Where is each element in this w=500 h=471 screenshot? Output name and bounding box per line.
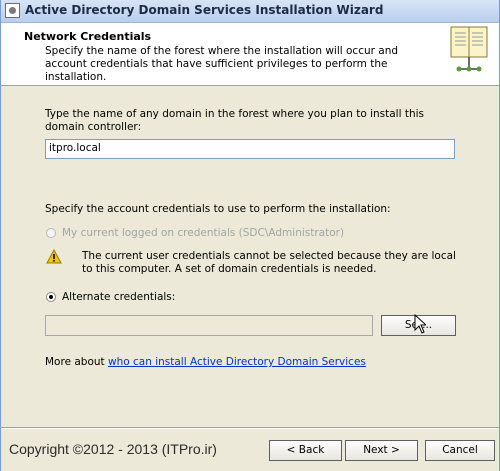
wizard-window: Active Directory Domain Services Install… [0,0,500,471]
who-can-install-link[interactable]: who can install Active Directory Domain … [108,356,366,368]
current-credentials-label[interactable]: My current logged on credentials (SDC\Ad… [62,227,344,240]
page-description: Specify the name of the forest where the… [45,45,399,83]
copyright-watermark: Copyright ©2012 - 2013 (ITPro.ir) [9,441,217,457]
credentials-warning: The current user credentials cannot be s… [82,250,456,275]
domain-prompt: Type the name of any domain in the fores… [45,108,424,133]
more-about-text: More about who can install Active Direct… [45,356,366,369]
alternate-credentials-field [45,315,373,336]
warning-icon [46,249,62,264]
back-button[interactable]: < Back [269,440,342,461]
alternate-credentials-radio[interactable] [46,292,56,302]
window-title: Active Directory Domain Services Install… [25,3,384,17]
title-bar[interactable]: Active Directory Domain Services Install… [1,0,499,23]
next-button[interactable]: Next > [345,440,418,461]
wizard-header: Network Credentials Specify the name of … [1,23,499,86]
app-icon [5,3,20,18]
credentials-prompt: Specify the account credentials to use t… [45,203,391,215]
cancel-button[interactable]: Cancel [425,440,495,461]
mouse-cursor-icon [414,314,426,334]
alternate-credentials-label[interactable]: Alternate credentials: [62,291,175,304]
footer-divider [1,427,499,429]
more-about-prefix: More about [45,356,108,368]
book-icon [450,26,488,72]
page-title: Network Credentials [24,30,152,43]
domain-name-input[interactable]: itpro.local [45,139,455,159]
current-credentials-radio[interactable] [46,228,56,238]
